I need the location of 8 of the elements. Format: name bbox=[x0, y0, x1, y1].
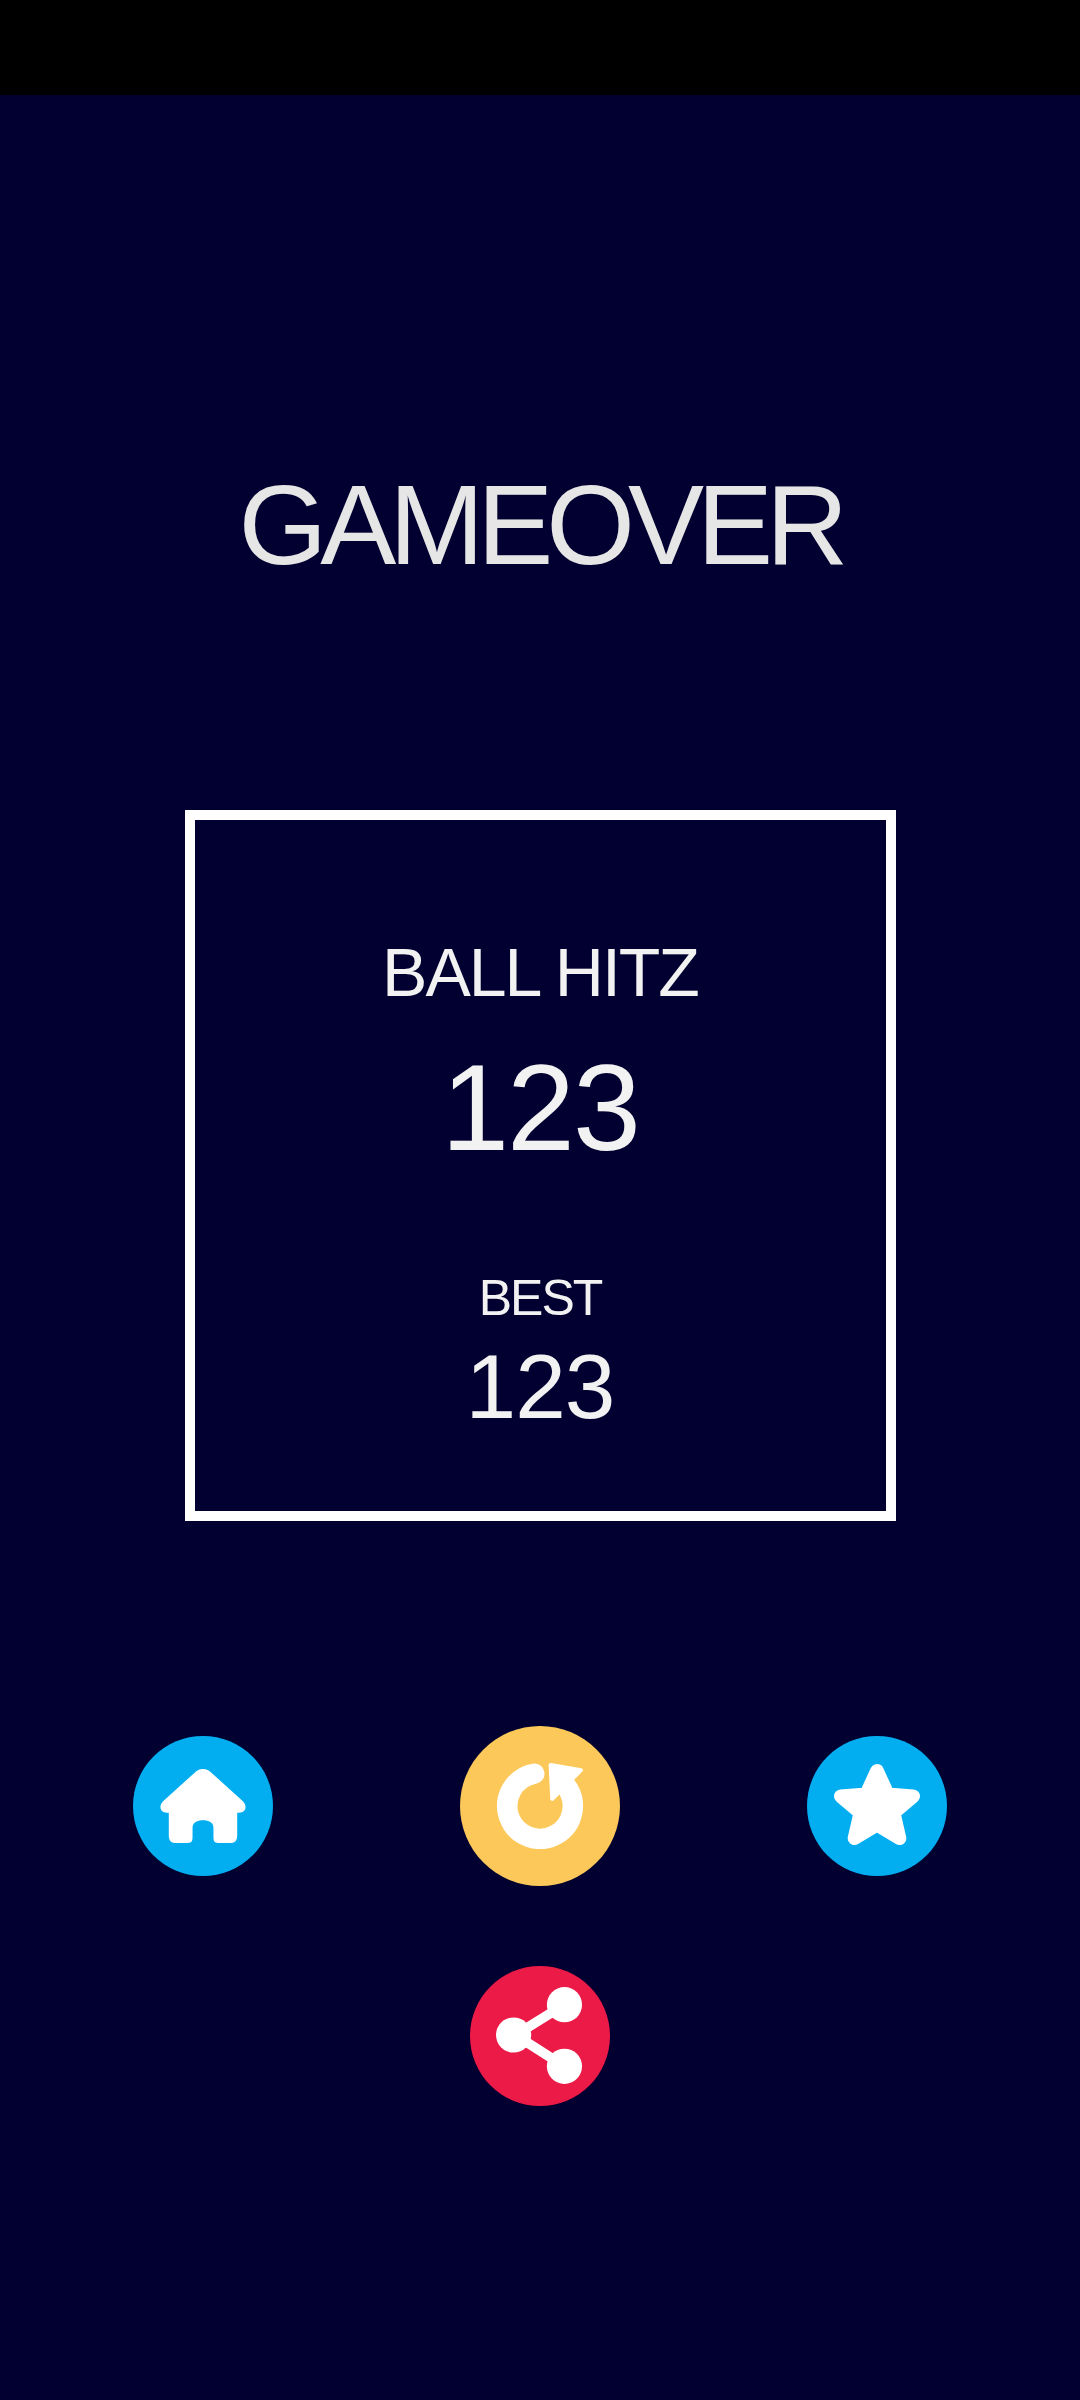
game-over-title: GAMEOVER bbox=[238, 468, 842, 582]
game-name: BALL HITZ bbox=[382, 938, 698, 1006]
best-label: BEST bbox=[478, 1273, 602, 1323]
share-icon bbox=[496, 1986, 584, 2086]
home-icon bbox=[158, 1768, 248, 1844]
best-score: 123 bbox=[465, 1341, 615, 1432]
score-value: 123 bbox=[441, 1047, 639, 1169]
circular-arrow-icon bbox=[497, 1763, 583, 1849]
